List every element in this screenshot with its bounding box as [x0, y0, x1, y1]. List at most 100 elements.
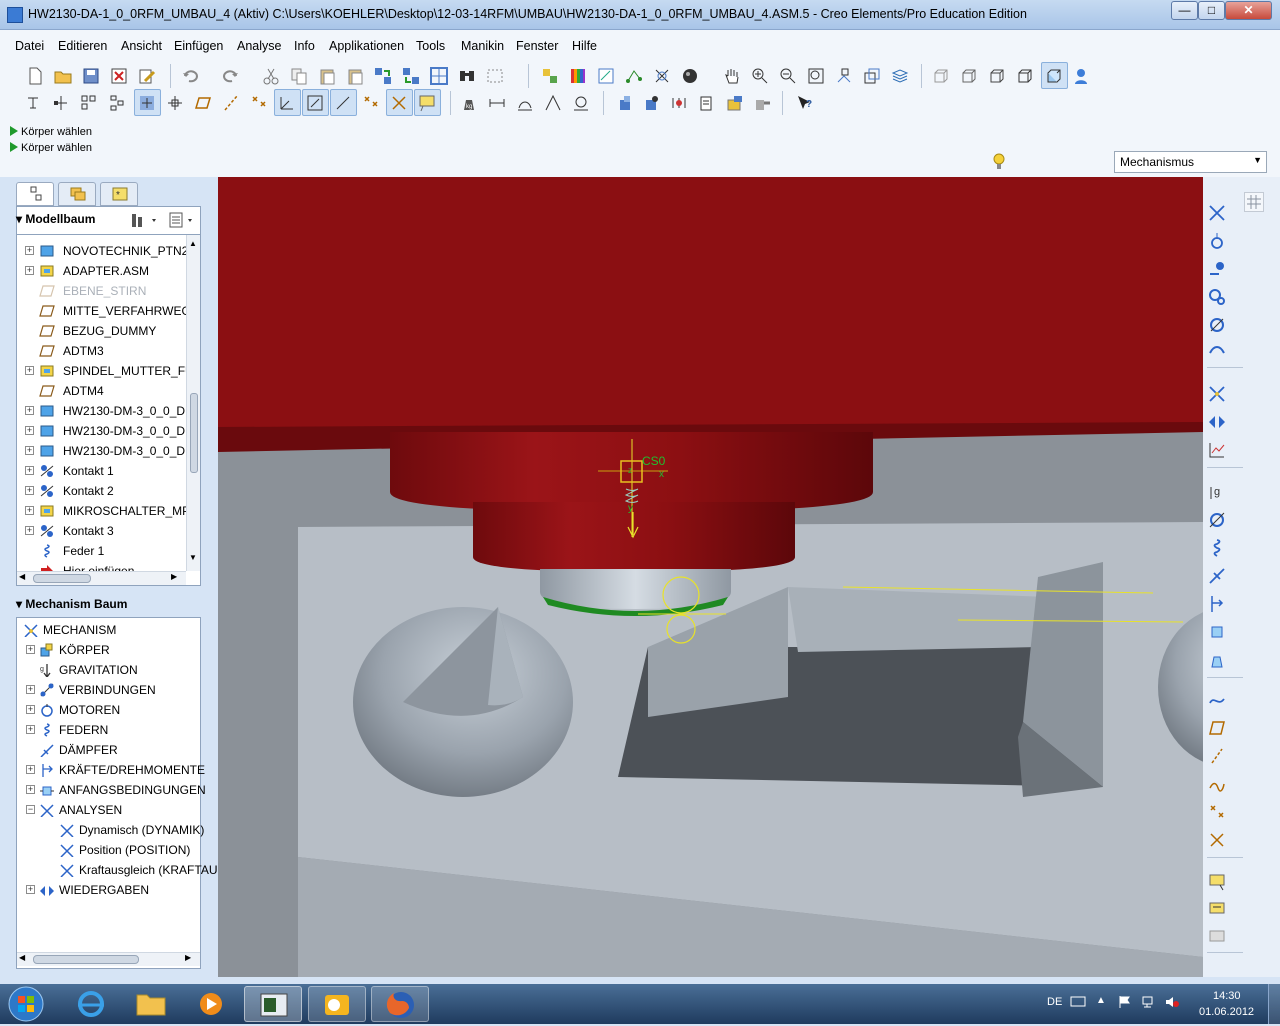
- cam-icon[interactable]: [1208, 316, 1226, 334]
- tree-settings-icon[interactable]: [130, 211, 160, 229]
- new-file-icon[interactable]: [26, 67, 44, 85]
- mechanism-tree-item[interactable]: Dynamisch (DYNAMIK): [17, 820, 204, 840]
- expand-toggle[interactable]: +: [25, 486, 34, 495]
- mechanism-tree-hscrollbar[interactable]: ◀ ▶: [17, 952, 200, 966]
- scroll-right-icon[interactable]: ▶: [185, 953, 191, 962]
- mechanism-tree-item[interactable]: + WIEDERGABEN: [17, 880, 200, 900]
- close-window-icon[interactable]: [110, 67, 128, 85]
- group-icon[interactable]: [108, 94, 126, 112]
- point-icon[interactable]: [250, 94, 268, 112]
- model-tree-item[interactable]: Feder 1: [17, 541, 185, 561]
- connect-icon[interactable]: [1208, 204, 1226, 222]
- axis-icon[interactable]: [222, 94, 240, 112]
- select-box-icon[interactable]: [486, 67, 504, 85]
- annotation-icon[interactable]: [1208, 873, 1226, 891]
- spin-center-icon[interactable]: [653, 67, 671, 85]
- start-button[interactable]: [4, 984, 48, 1024]
- model-tree-item[interactable]: + HW2130-DM-3_0_0_D: [17, 421, 185, 441]
- measure-length-icon[interactable]: [516, 94, 534, 112]
- mechanism-tree-item[interactable]: + FEDERN: [17, 720, 200, 740]
- assembly-component-icon[interactable]: [52, 94, 70, 112]
- refit-icon[interactable]: [807, 67, 825, 85]
- scroll-right-icon[interactable]: ▶: [171, 572, 177, 581]
- menu-datei[interactable]: Datei: [15, 39, 44, 53]
- model-tree-item[interactable]: + HW2130-DM-3_0_0_D: [17, 401, 185, 421]
- expand-toggle[interactable]: +: [26, 785, 35, 794]
- expand-toggle[interactable]: +: [26, 705, 35, 714]
- expand-toggle[interactable]: +: [25, 426, 34, 435]
- expand-toggle[interactable]: +: [25, 406, 34, 415]
- sketch-plane-icon[interactable]: [306, 94, 324, 112]
- datum-filter-icon[interactable]: [26, 94, 44, 112]
- measure-angle-icon[interactable]: [544, 94, 562, 112]
- datum-curve-icon[interactable]: [1208, 775, 1226, 793]
- panel-splitter[interactable]: [209, 400, 217, 700]
- curve-icon[interactable]: [334, 94, 352, 112]
- expand-toggle[interactable]: +: [26, 885, 35, 894]
- model-tree-hscrollbar[interactable]: ◀ ▶: [17, 571, 186, 585]
- grid-toggle[interactable]: [1244, 192, 1264, 212]
- expand-toggle[interactable]: +: [25, 266, 34, 275]
- expand-toggle[interactable]: +: [26, 685, 35, 694]
- tray-expand-icon[interactable]: ▲: [1096, 995, 1106, 1006]
- mechanism-tree-header[interactable]: ▾ Mechanism Baum: [16, 597, 127, 611]
- model-tree-scrollbar[interactable]: ▲ ▼: [186, 235, 200, 571]
- datum-axis-icon[interactable]: [1208, 747, 1226, 765]
- save-icon[interactable]: [82, 67, 100, 85]
- keyboard-icon[interactable]: [1070, 995, 1086, 1007]
- mass-properties-icon[interactable]: kg: [460, 94, 478, 112]
- model-tree-item[interactable]: ADTM4: [17, 381, 185, 401]
- bodies-tool-icon[interactable]: [616, 94, 634, 112]
- red-collar[interactable]: [473, 502, 795, 572]
- model-tree-item[interactable]: EBENE_STIRN: [17, 281, 185, 301]
- minimize-button[interactable]: —: [1171, 1, 1198, 20]
- firefox-taskbar-button[interactable]: [371, 986, 429, 1022]
- no-hidden-icon[interactable]: [988, 67, 1006, 85]
- hidden-line-icon[interactable]: [960, 67, 978, 85]
- network-icon[interactable]: [1141, 995, 1157, 1009]
- paste-icon[interactable]: [318, 67, 336, 85]
- select-body-icon[interactable]: [138, 94, 156, 112]
- scroll-left-icon[interactable]: ◀: [19, 572, 25, 581]
- expand-toggle[interactable]: +: [26, 645, 35, 654]
- model-tree-item[interactable]: MITTE_VERFAHRWEG: [17, 301, 191, 321]
- shading-icon[interactable]: [681, 67, 699, 85]
- edit-definition-icon[interactable]: [138, 67, 156, 85]
- gears-icon[interactable]: [1208, 288, 1226, 306]
- initial-conditions-icon[interactable]: [1208, 623, 1226, 641]
- undo-icon[interactable]: [181, 67, 199, 85]
- menu-ansicht[interactable]: Ansicht: [121, 39, 162, 53]
- copy-icon[interactable]: [290, 67, 308, 85]
- datum-csys-icon[interactable]: [1208, 831, 1226, 849]
- internet-explorer-taskbar-button[interactable]: [62, 986, 120, 1022]
- snapshot-icon[interactable]: [726, 94, 744, 112]
- note-icon[interactable]: [1208, 901, 1226, 919]
- model-tree-item[interactable]: ADTM3: [17, 341, 185, 361]
- joint-axis-icon[interactable]: [166, 94, 184, 112]
- menu-analyse[interactable]: Analyse: [237, 39, 281, 53]
- model-tree-item[interactable]: + SPINDEL_MUTTER_FU: [17, 361, 194, 381]
- scroll-thumb[interactable]: [33, 574, 91, 583]
- playback-icon[interactable]: [1208, 413, 1226, 431]
- menu-hilfe[interactable]: Hilfe: [572, 39, 597, 53]
- expand-toggle[interactable]: +: [25, 466, 34, 475]
- pan-hand-icon[interactable]: [723, 67, 741, 85]
- joint-icon[interactable]: [1208, 260, 1226, 278]
- mechanism-tree-item[interactable]: + KÖRPER: [17, 640, 200, 660]
- note-grey-icon[interactable]: [1208, 929, 1226, 947]
- menu-einfuegen[interactable]: Einfügen: [174, 39, 223, 53]
- mechanism-tree-item[interactable]: g GRAVITATION: [17, 660, 200, 680]
- clock-date[interactable]: 01.06.2012: [1199, 1006, 1254, 1018]
- mass-icon[interactable]: [1208, 651, 1226, 669]
- points-icon[interactable]: [625, 67, 643, 85]
- measure-distance-icon[interactable]: [488, 94, 506, 112]
- mechanism-tree-item[interactable]: Position (POSITION): [17, 840, 200, 860]
- clock-time[interactable]: 14:30: [1213, 990, 1241, 1002]
- scroll-thumb[interactable]: [190, 393, 198, 473]
- mechanism-tree-item[interactable]: + VERBINDUNGEN: [17, 680, 200, 700]
- menu-applikationen[interactable]: Applikationen: [329, 39, 404, 53]
- model-tree-item[interactable]: + NOVOTECHNIK_PTN2: [17, 241, 188, 261]
- zoom-in-icon[interactable]: [751, 67, 769, 85]
- model-tree-item[interactable]: BEZUG_DUMMY: [17, 321, 185, 341]
- tab-favorites[interactable]: *: [100, 182, 138, 206]
